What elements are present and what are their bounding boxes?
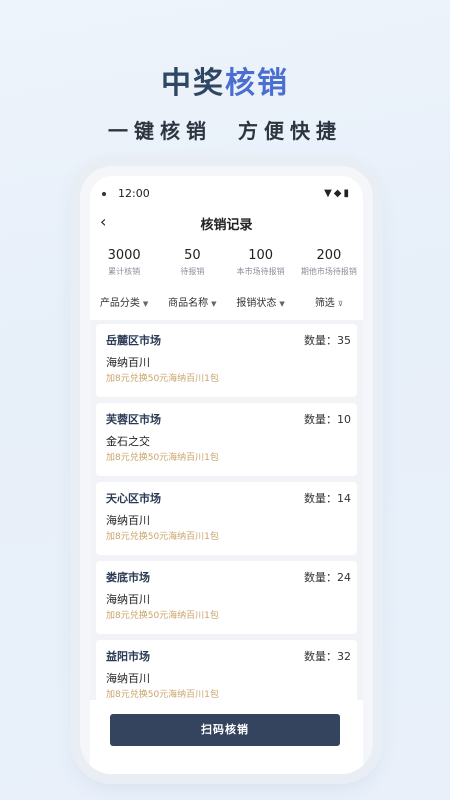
filter-product-name[interactable]: 商品名称 ▼ <box>158 294 226 312</box>
record-promo: 加8元兑换50元海纳百川1包 <box>106 374 219 384</box>
filter-label: 筛选 <box>314 298 335 309</box>
nav-bar: ‹ 核销记录 <box>90 212 363 234</box>
record-promo: 加8元兑换50元海纳百川1包 <box>106 690 219 700</box>
record-product: 海纳百川 <box>106 593 150 606</box>
caret-down-icon: ▼ <box>142 300 149 308</box>
filter-label: 产品分类 <box>99 298 140 309</box>
hero-subtitle: 一键核销 方便快捷 <box>108 119 342 143</box>
stat-label: 待报销 <box>180 267 205 276</box>
record-promo: 加8元兑换50元海纳百川1包 <box>106 611 219 621</box>
record-product: 金石之交 <box>106 435 150 448</box>
record-market: 岳麓区市场 <box>106 334 161 347</box>
stat-label: 期他市场待报销 <box>300 267 357 276</box>
status-dot-icon <box>102 192 106 196</box>
bottom-bar: 扫码核销 <box>90 704 363 774</box>
record-market: 娄底市场 <box>106 571 150 584</box>
record-quantity: 数量：35 <box>304 334 351 347</box>
stat-value: 3000 <box>107 248 141 263</box>
filter-bar: 产品分类 ▼ 商品名称 ▼ 报销状态 ▼ 筛选 ⊽ <box>90 294 363 312</box>
record-product: 海纳百川 <box>106 356 150 369</box>
status-bar: 12:00 ▼◆▮ <box>90 186 363 202</box>
stat-local-pending[interactable]: 100 本市场待报销 <box>227 248 295 284</box>
record-product: 海纳百川 <box>106 672 150 685</box>
stat-value: 200 <box>316 248 342 263</box>
record-card[interactable]: 芙蓉区市场 数量：10 金石之交 加8元兑换50元海纳百川1包 <box>96 403 357 476</box>
phone-frame: 12:00 ▼◆▮ ‹ 核销记录 3000 累计核销 50 待报销 100 本市… <box>80 166 373 774</box>
phone-screen: 12:00 ▼◆▮ ‹ 核销记录 3000 累计核销 50 待报销 100 本市… <box>90 176 363 774</box>
record-card[interactable]: 益阳市场 数量：32 海纳百川 加8元兑换50元海纳百川1包 <box>96 640 357 700</box>
status-time: 12:00 <box>118 187 150 200</box>
record-market: 芙蓉区市场 <box>106 413 161 426</box>
record-promo: 加8元兑换50元海纳百川1包 <box>106 532 219 542</box>
stat-value: 100 <box>248 248 274 263</box>
record-card[interactable]: 天心区市场 数量：14 海纳百川 加8元兑换50元海纳百川1包 <box>96 482 357 555</box>
hero-title: 中奖核销 <box>0 58 450 102</box>
page-title: 核销记录 <box>200 218 253 233</box>
record-card[interactable]: 岳麓区市场 数量：35 海纳百川 加8元兑换50元海纳百川1包 <box>96 324 357 397</box>
stat-total[interactable]: 3000 累计核销 <box>90 248 158 284</box>
signal-wifi-battery-icon: ▼◆▮ <box>324 188 351 199</box>
hero-title-accent: 核销 <box>225 66 289 101</box>
filter-product-category[interactable]: 产品分类 ▼ <box>90 294 158 312</box>
scan-verify-button[interactable]: 扫码核销 <box>110 714 340 746</box>
record-promo: 加8元兑换50元海纳百川1包 <box>106 453 219 463</box>
caret-down-icon: ▼ <box>211 300 217 308</box>
record-quantity: 数量：24 <box>304 571 351 584</box>
caret-down-icon: ▼ <box>279 300 285 308</box>
record-market: 天心区市场 <box>106 492 161 505</box>
record-card[interactable]: 娄底市场 数量：24 海纳百川 加8元兑换50元海纳百川1包 <box>96 561 357 634</box>
hero-title-main: 中奖 <box>161 66 225 101</box>
record-quantity: 数量：32 <box>304 650 351 663</box>
record-quantity: 数量：10 <box>304 413 351 426</box>
stat-label: 本市场待报销 <box>236 267 285 276</box>
filter-screen[interactable]: 筛选 ⊽ <box>295 294 363 312</box>
record-list[interactable]: 岳麓区市场 数量：35 海纳百川 加8元兑换50元海纳百川1包 芙蓉区市场 数量… <box>90 320 363 700</box>
record-product: 海纳百川 <box>106 514 150 527</box>
stat-pending[interactable]: 50 待报销 <box>158 248 226 284</box>
record-market: 益阳市场 <box>106 650 150 663</box>
stat-label: 累计核销 <box>108 267 141 276</box>
funnel-icon: ⊽ <box>337 300 343 308</box>
stats-row: 3000 累计核销 50 待报销 100 本市场待报销 200 期他市场待报销 <box>90 248 363 284</box>
stat-other-pending[interactable]: 200 期他市场待报销 <box>295 248 363 284</box>
filter-label: 商品名称 <box>168 298 209 309</box>
stat-value: 50 <box>184 248 201 263</box>
filter-reimburse-status[interactable]: 报销状态 ▼ <box>227 294 295 312</box>
filter-label: 报销状态 <box>236 298 277 309</box>
record-quantity: 数量：14 <box>304 492 351 505</box>
